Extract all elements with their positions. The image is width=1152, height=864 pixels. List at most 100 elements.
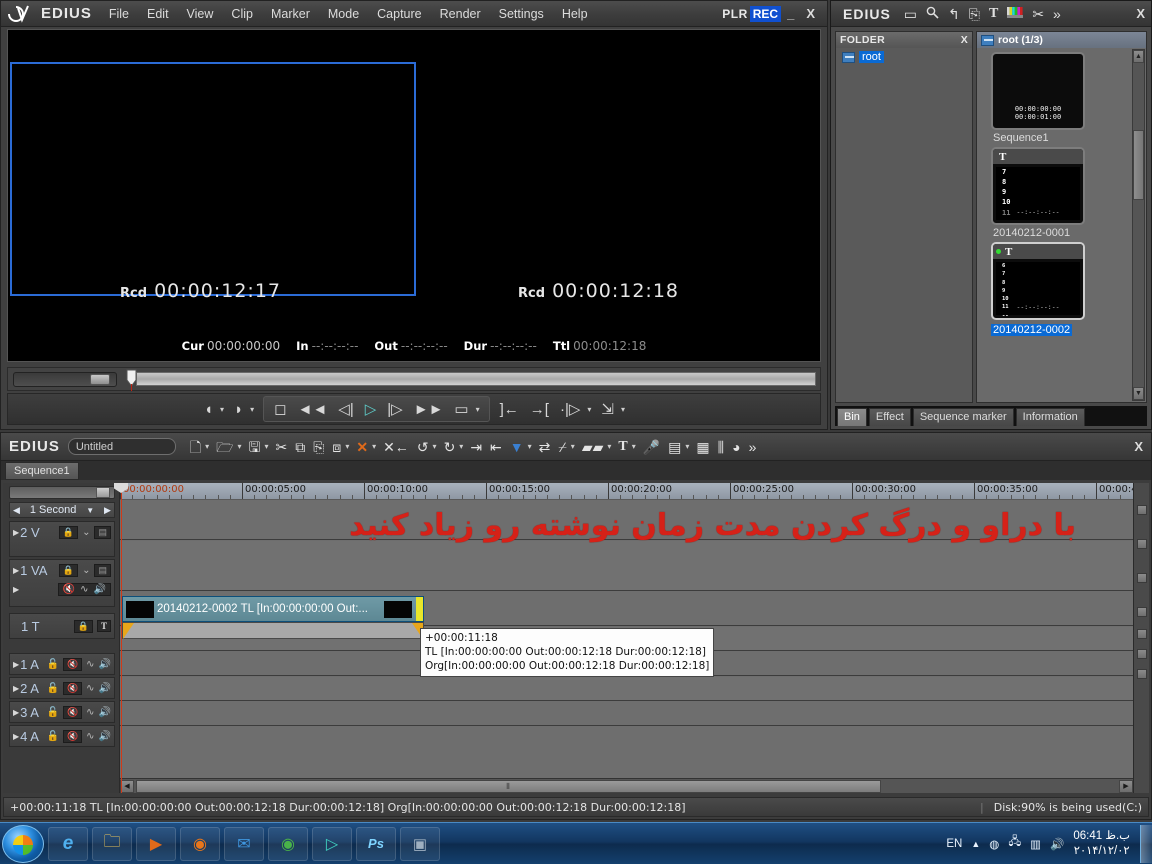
menu-edit[interactable]: Edit: [138, 4, 178, 24]
scrub-playhead[interactable]: [126, 369, 137, 391]
render-icon[interactable]: ▤: [664, 439, 685, 455]
cutclip-caret-icon[interactable]: ▾: [571, 442, 578, 451]
play-icon[interactable]: ▷: [361, 401, 381, 418]
track-header-1a[interactable]: ▶ 1 A 🔓 🔇 ∿ 🔊: [9, 653, 115, 675]
waveform-icon[interactable]: ∿: [86, 659, 94, 670]
menu-file[interactable]: File: [100, 4, 138, 24]
layouter-icon[interactable]: ▦: [692, 439, 713, 455]
track-header-1va[interactable]: ▶ 1 VA 🔒 ⌄ ▤ ▶ 🔇 ∿ 🔊: [9, 559, 115, 607]
volume-icon[interactable]: 🔊: [1050, 837, 1064, 851]
explorer-icon[interactable]: 🗀: [92, 826, 132, 861]
next-frame-icon[interactable]: |▷: [383, 401, 406, 418]
scale-next-icon[interactable]: ▶: [104, 505, 111, 516]
trim-handle-left-icon[interactable]: [123, 623, 134, 639]
lock-icon[interactable]: 🔒: [58, 525, 79, 539]
menu-capture[interactable]: Capture: [368, 4, 430, 24]
hscrollbar-thumb[interactable]: ⦀: [136, 779, 881, 793]
track-header-4a[interactable]: ▶ 4 A 🔓 🔇 ∿ 🔊: [9, 725, 115, 747]
more-icon[interactable]: »: [1049, 5, 1065, 23]
delete-caret-icon[interactable]: ▾: [372, 442, 379, 451]
track-header-2a[interactable]: ▶ 2 A 🔓 🔇 ∿ 🔊: [9, 677, 115, 699]
expand-arrow-icon[interactable]: ▶: [13, 528, 19, 537]
save-project-icon[interactable]: 🖫: [245, 439, 265, 455]
insert-to-timeline-icon[interactable]: ]←: [496, 401, 523, 418]
speaker-icon[interactable]: 🔊: [99, 659, 111, 670]
lock-icon[interactable]: 🔓: [46, 731, 58, 742]
expand-icon[interactable]: ⌄: [82, 565, 90, 576]
scroll-up-icon[interactable]: ▲: [1133, 50, 1144, 63]
ripple-delete-icon[interactable]: ✕←: [379, 439, 413, 455]
start-orb-icon[interactable]: [2, 824, 44, 863]
menu-help[interactable]: Help: [553, 4, 597, 24]
timeline-zoom-thumb[interactable]: [96, 487, 110, 498]
show-hidden-icons-icon[interactable]: ▲: [971, 839, 980, 849]
timeline-row-1va[interactable]: [120, 541, 1133, 591]
monitor-zoom-thumb[interactable]: [90, 373, 110, 385]
timeline-playhead[interactable]: [114, 483, 128, 793]
menu-clip[interactable]: Clip: [222, 4, 262, 24]
title-icon[interactable]: T: [614, 439, 631, 455]
waveform-icon[interactable]: ∿: [86, 731, 94, 742]
set-out-caret-icon[interactable]: ▾: [250, 405, 257, 414]
menu-view[interactable]: View: [178, 4, 223, 24]
close-button[interactable]: X: [800, 6, 821, 21]
scroll-left-icon[interactable]: ◀: [120, 779, 134, 793]
tab-bin[interactable]: Bin: [837, 408, 867, 426]
layer-icon[interactable]: ▤: [94, 525, 111, 539]
expand-arrow-icon[interactable]: ▶: [13, 660, 19, 669]
expand-arrow-icon[interactable]: ▶: [13, 566, 19, 575]
action-center-icon[interactable]: ◍: [989, 837, 999, 851]
edius-icon[interactable]: ▷: [312, 826, 352, 861]
more-icon[interactable]: »: [745, 439, 761, 455]
bin-item-20140212-0002[interactable]: T 6 7 8 9 10 11 -- --:--:--:-- 20140212-…: [991, 242, 1146, 338]
layer-icon[interactable]: ▤: [94, 563, 111, 577]
gutter-box[interactable]: [1136, 539, 1147, 549]
waveform-icon[interactable]: ∿: [86, 707, 94, 718]
save-caret-icon[interactable]: ▾: [264, 442, 271, 451]
replace-caret-icon[interactable]: ▾: [345, 442, 352, 451]
show-desktop-button[interactable]: [1140, 824, 1152, 863]
player-mode-rec[interactable]: REC: [749, 5, 782, 22]
loop-icon[interactable]: ▭: [450, 401, 472, 418]
bin-vertical-scrollbar[interactable]: ▲ ▼: [1132, 49, 1145, 401]
lock-icon[interactable]: 🔒: [58, 563, 79, 577]
menu-marker[interactable]: Marker: [262, 4, 319, 24]
expand-arrow-icon[interactable]: ▶: [13, 585, 19, 594]
clip-thumbnail[interactable]: T 6 7 8 9 10 11 -- --:--:--:--: [991, 242, 1085, 320]
export-icon[interactable]: ⇲: [597, 401, 618, 418]
photoshop-icon[interactable]: Ps: [356, 826, 396, 861]
new-project-icon[interactable]: 🗋: [186, 439, 205, 455]
removable-device-icon[interactable]: ▥: [1030, 837, 1041, 851]
speaker-icon[interactable]: 🔊: [94, 584, 106, 595]
fast-forward-icon[interactable]: ►►: [410, 401, 448, 418]
add-clip-icon[interactable]: ⎘: [965, 5, 984, 23]
cut-icon[interactable]: ✂: [271, 439, 291, 455]
menu-settings[interactable]: Settings: [490, 4, 553, 24]
network-icon[interactable]: 🖧: [1008, 834, 1021, 853]
scale-prev-icon[interactable]: ◀: [13, 505, 20, 516]
overwrite-to-timeline-icon[interactable]: →[: [526, 401, 553, 418]
mute-icon[interactable]: 🔇: [62, 657, 83, 671]
open-caret-icon[interactable]: ▾: [238, 442, 245, 451]
waveform-icon[interactable]: ∿: [86, 683, 94, 694]
lock-icon[interactable]: 🔓: [46, 659, 58, 670]
expand-arrow-icon[interactable]: ▶: [13, 708, 19, 717]
preview-monitor[interactable]: Rcd 00:00:12:17 Rcd 00:00:12:18 Cur 00:00…: [7, 29, 821, 362]
timeline-scale-selector[interactable]: ◀ 1 Second ▼ ▶: [9, 502, 115, 518]
voice-over-icon[interactable]: 🎤: [639, 439, 664, 455]
replace-icon[interactable]: ⧈: [328, 439, 345, 455]
set-out-icon[interactable]: ◗: [230, 401, 247, 418]
title-icon[interactable]: T: [96, 620, 111, 632]
expand-icon[interactable]: ⌄: [82, 527, 90, 538]
matchframe-caret-icon[interactable]: ▾: [607, 442, 614, 451]
timeline-row-4a[interactable]: [120, 702, 1133, 726]
menu-mode[interactable]: Mode: [319, 4, 368, 24]
expand-arrow-icon[interactable]: ▶: [13, 732, 19, 741]
internet-explorer-icon[interactable]: e: [48, 826, 88, 861]
minimize-button[interactable]: _: [781, 6, 800, 21]
loop-caret-icon[interactable]: ▾: [476, 405, 483, 414]
match-frame-icon[interactable]: ▰▰: [578, 439, 608, 455]
lock-icon[interactable]: 🔓: [46, 683, 58, 694]
project-name-field[interactable]: Untitled: [67, 438, 176, 455]
search-icon[interactable]: [922, 4, 943, 23]
